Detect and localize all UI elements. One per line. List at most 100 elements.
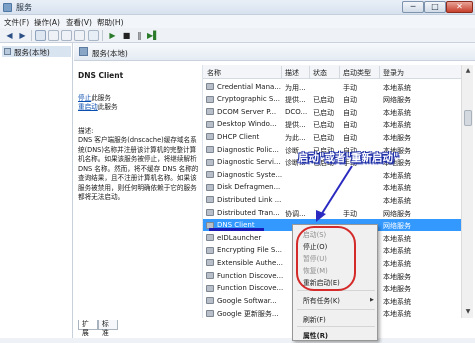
service-gear-icon bbox=[206, 309, 214, 317]
column-name[interactable]: 名称 bbox=[207, 68, 221, 78]
service-startup-cell: 手动 bbox=[343, 83, 357, 92]
column-logon-as[interactable]: 登录为 bbox=[383, 68, 404, 78]
start-service-icon[interactable]: ▶ bbox=[107, 30, 118, 41]
maximize-button[interactable]: □ bbox=[424, 1, 446, 13]
status-bar bbox=[0, 338, 475, 343]
help-icon[interactable] bbox=[88, 30, 99, 41]
service-logon-cell: 网络服务 bbox=[383, 222, 411, 231]
annotation-text: 启动"或者"重新启动" bbox=[298, 152, 399, 164]
stop-link-suffix: 此服务 bbox=[91, 93, 111, 102]
tab-extended[interactable]: 扩展 bbox=[78, 320, 98, 337]
service-gear-icon bbox=[206, 297, 214, 305]
column-divider[interactable] bbox=[309, 66, 310, 78]
table-row[interactable]: Diagnostic Syste... 本地系统 bbox=[203, 168, 462, 181]
menu-action[interactable]: 操作(A) bbox=[34, 17, 60, 28]
table-row[interactable]: Distributed Link ... 本地系统 bbox=[203, 193, 462, 206]
scroll-thumb[interactable] bbox=[464, 110, 472, 126]
column-divider[interactable] bbox=[281, 66, 282, 78]
service-logon-cell: 本地系统 bbox=[383, 297, 411, 306]
service-gear-icon bbox=[206, 158, 214, 166]
menu-view[interactable]: 查看(V) bbox=[66, 17, 92, 28]
pause-service-icon[interactable]: ‖ bbox=[134, 30, 145, 41]
service-name-cell: Function Discove... bbox=[217, 284, 283, 293]
service-startup-cell: 自动 bbox=[343, 108, 357, 117]
toolbar-separator bbox=[102, 30, 103, 41]
annotation-ring bbox=[296, 226, 356, 291]
restart-service-icon[interactable]: ▶▌ bbox=[147, 30, 159, 41]
toolbar-separator bbox=[31, 30, 32, 41]
service-gear-icon bbox=[206, 95, 214, 103]
service-gear-icon bbox=[206, 272, 214, 279]
tab-standard[interactable]: 标准 bbox=[98, 320, 118, 337]
service-name-cell: Desktop Windo... bbox=[217, 120, 277, 129]
service-name-title: DNS Client bbox=[78, 71, 124, 80]
menu-file[interactable]: 文件(F) bbox=[4, 17, 29, 28]
table-row[interactable]: Desktop Windo... 提供... 已启动 自动 本地系统 bbox=[203, 118, 462, 131]
service-logon-cell: 本地系统 bbox=[383, 83, 411, 92]
table-row[interactable]: Cryptographic S... 提供... 已启动 自动 网络服务 bbox=[203, 93, 462, 106]
show-tree-icon[interactable] bbox=[35, 30, 46, 41]
back-arrow-icon[interactable]: ◀ bbox=[4, 30, 15, 41]
menu-help[interactable]: 帮助(H) bbox=[97, 17, 124, 28]
service-startup-cell: 自动 bbox=[343, 133, 357, 142]
service-name-cell: Google Softwar... bbox=[217, 296, 277, 305]
service-name-cell: Distributed Tran... bbox=[217, 208, 280, 217]
table-row[interactable]: DCOM Server P... DCO... 已启动 自动 本地系统 bbox=[203, 105, 462, 118]
service-description-cell: 提供... bbox=[285, 96, 306, 105]
service-logon-cell: 本地系统 bbox=[383, 196, 411, 205]
service-status-cell: 已启动 bbox=[313, 108, 334, 117]
column-divider[interactable] bbox=[379, 66, 380, 78]
description-text: DNS 客户端服务(dnscache)缓存域名系统(DNS)名称并注册该计算机的… bbox=[78, 136, 199, 201]
service-logon-cell: 本地系统 bbox=[383, 234, 411, 243]
service-logon-cell: 本地服务 bbox=[383, 272, 411, 281]
properties-icon[interactable] bbox=[48, 30, 59, 41]
window-title: 服务 bbox=[16, 3, 32, 12]
service-name-cell: Function Discove... bbox=[217, 271, 283, 280]
service-logon-cell: 本地系统 bbox=[383, 310, 411, 319]
service-description-cell: 为此... bbox=[285, 133, 306, 142]
scroll-up-arrow-icon[interactable]: ▲ bbox=[462, 65, 474, 77]
service-name-cell: Diagnostic Polic... bbox=[217, 145, 279, 154]
service-gear-icon bbox=[206, 183, 214, 191]
refresh-icon[interactable] bbox=[61, 30, 72, 41]
console-tree: 服务(本地) bbox=[0, 43, 73, 343]
services-header-icon bbox=[79, 47, 88, 56]
stop-service-icon[interactable]: ■ bbox=[121, 30, 132, 41]
column-description[interactable]: 描述 bbox=[285, 68, 299, 78]
service-logon-cell: 本地服务 bbox=[383, 285, 411, 294]
vertical-scrollbar[interactable]: ▲ ▼ bbox=[461, 65, 473, 318]
table-row[interactable]: Disk Defragmen... 本地系统 bbox=[203, 181, 462, 194]
menu-item-refresh[interactable]: 刷新(F) bbox=[303, 314, 326, 324]
service-name-cell: Disk Defragmen... bbox=[217, 183, 281, 192]
service-logon-cell: 本地服务 bbox=[383, 133, 411, 142]
table-row[interactable]: DHCP Client 为此... 已启动 自动 本地服务 bbox=[203, 130, 462, 143]
column-startup-type[interactable]: 启动类型 bbox=[343, 68, 371, 78]
tree-item-label: 服务(本地) bbox=[14, 48, 50, 57]
service-name-cell: Credential Mana... bbox=[217, 82, 281, 91]
table-row[interactable]: Distributed Tran... 协调... 手动 网络服务 bbox=[203, 206, 462, 219]
service-name-cell: Diagnostic Syste... bbox=[217, 170, 283, 179]
toolbar: ◀ ▶ ▶ ■ ‖ ▶▌ bbox=[0, 28, 475, 43]
column-status[interactable]: 状态 bbox=[313, 68, 327, 78]
service-logon-cell: 本地系统 bbox=[383, 247, 411, 256]
service-description-cell: 提供... bbox=[285, 121, 306, 130]
close-button[interactable]: ✕ bbox=[446, 1, 473, 13]
tree-item-services-local[interactable]: 服务(本地) bbox=[2, 46, 71, 57]
menu-item-properties[interactable]: 属性(R) bbox=[303, 330, 328, 340]
restart-service-link[interactable]: 重启动 bbox=[78, 103, 98, 111]
service-gear-icon bbox=[206, 259, 214, 267]
service-status-cell: 已启动 bbox=[313, 96, 334, 105]
services-app-icon bbox=[3, 3, 12, 12]
export-list-icon[interactable] bbox=[74, 30, 85, 41]
scroll-down-arrow-icon[interactable]: ▼ bbox=[462, 306, 474, 318]
submenu-arrow-icon: ▶ bbox=[370, 297, 374, 303]
column-divider[interactable] bbox=[339, 66, 340, 78]
table-row[interactable]: Credential Mana... 为用... 手动 本地系统 bbox=[203, 80, 462, 93]
menu-item-all-tasks[interactable]: 所有任务(K) bbox=[303, 295, 340, 305]
service-status-cell: 已启动 bbox=[313, 133, 334, 142]
minimize-button[interactable]: ─ bbox=[402, 1, 424, 13]
service-name-cell: DCOM Server P... bbox=[217, 107, 277, 116]
stop-service-link[interactable]: 停止 bbox=[78, 94, 91, 102]
annotation-underline bbox=[209, 228, 264, 231]
forward-arrow-icon[interactable]: ▶ bbox=[17, 30, 28, 41]
